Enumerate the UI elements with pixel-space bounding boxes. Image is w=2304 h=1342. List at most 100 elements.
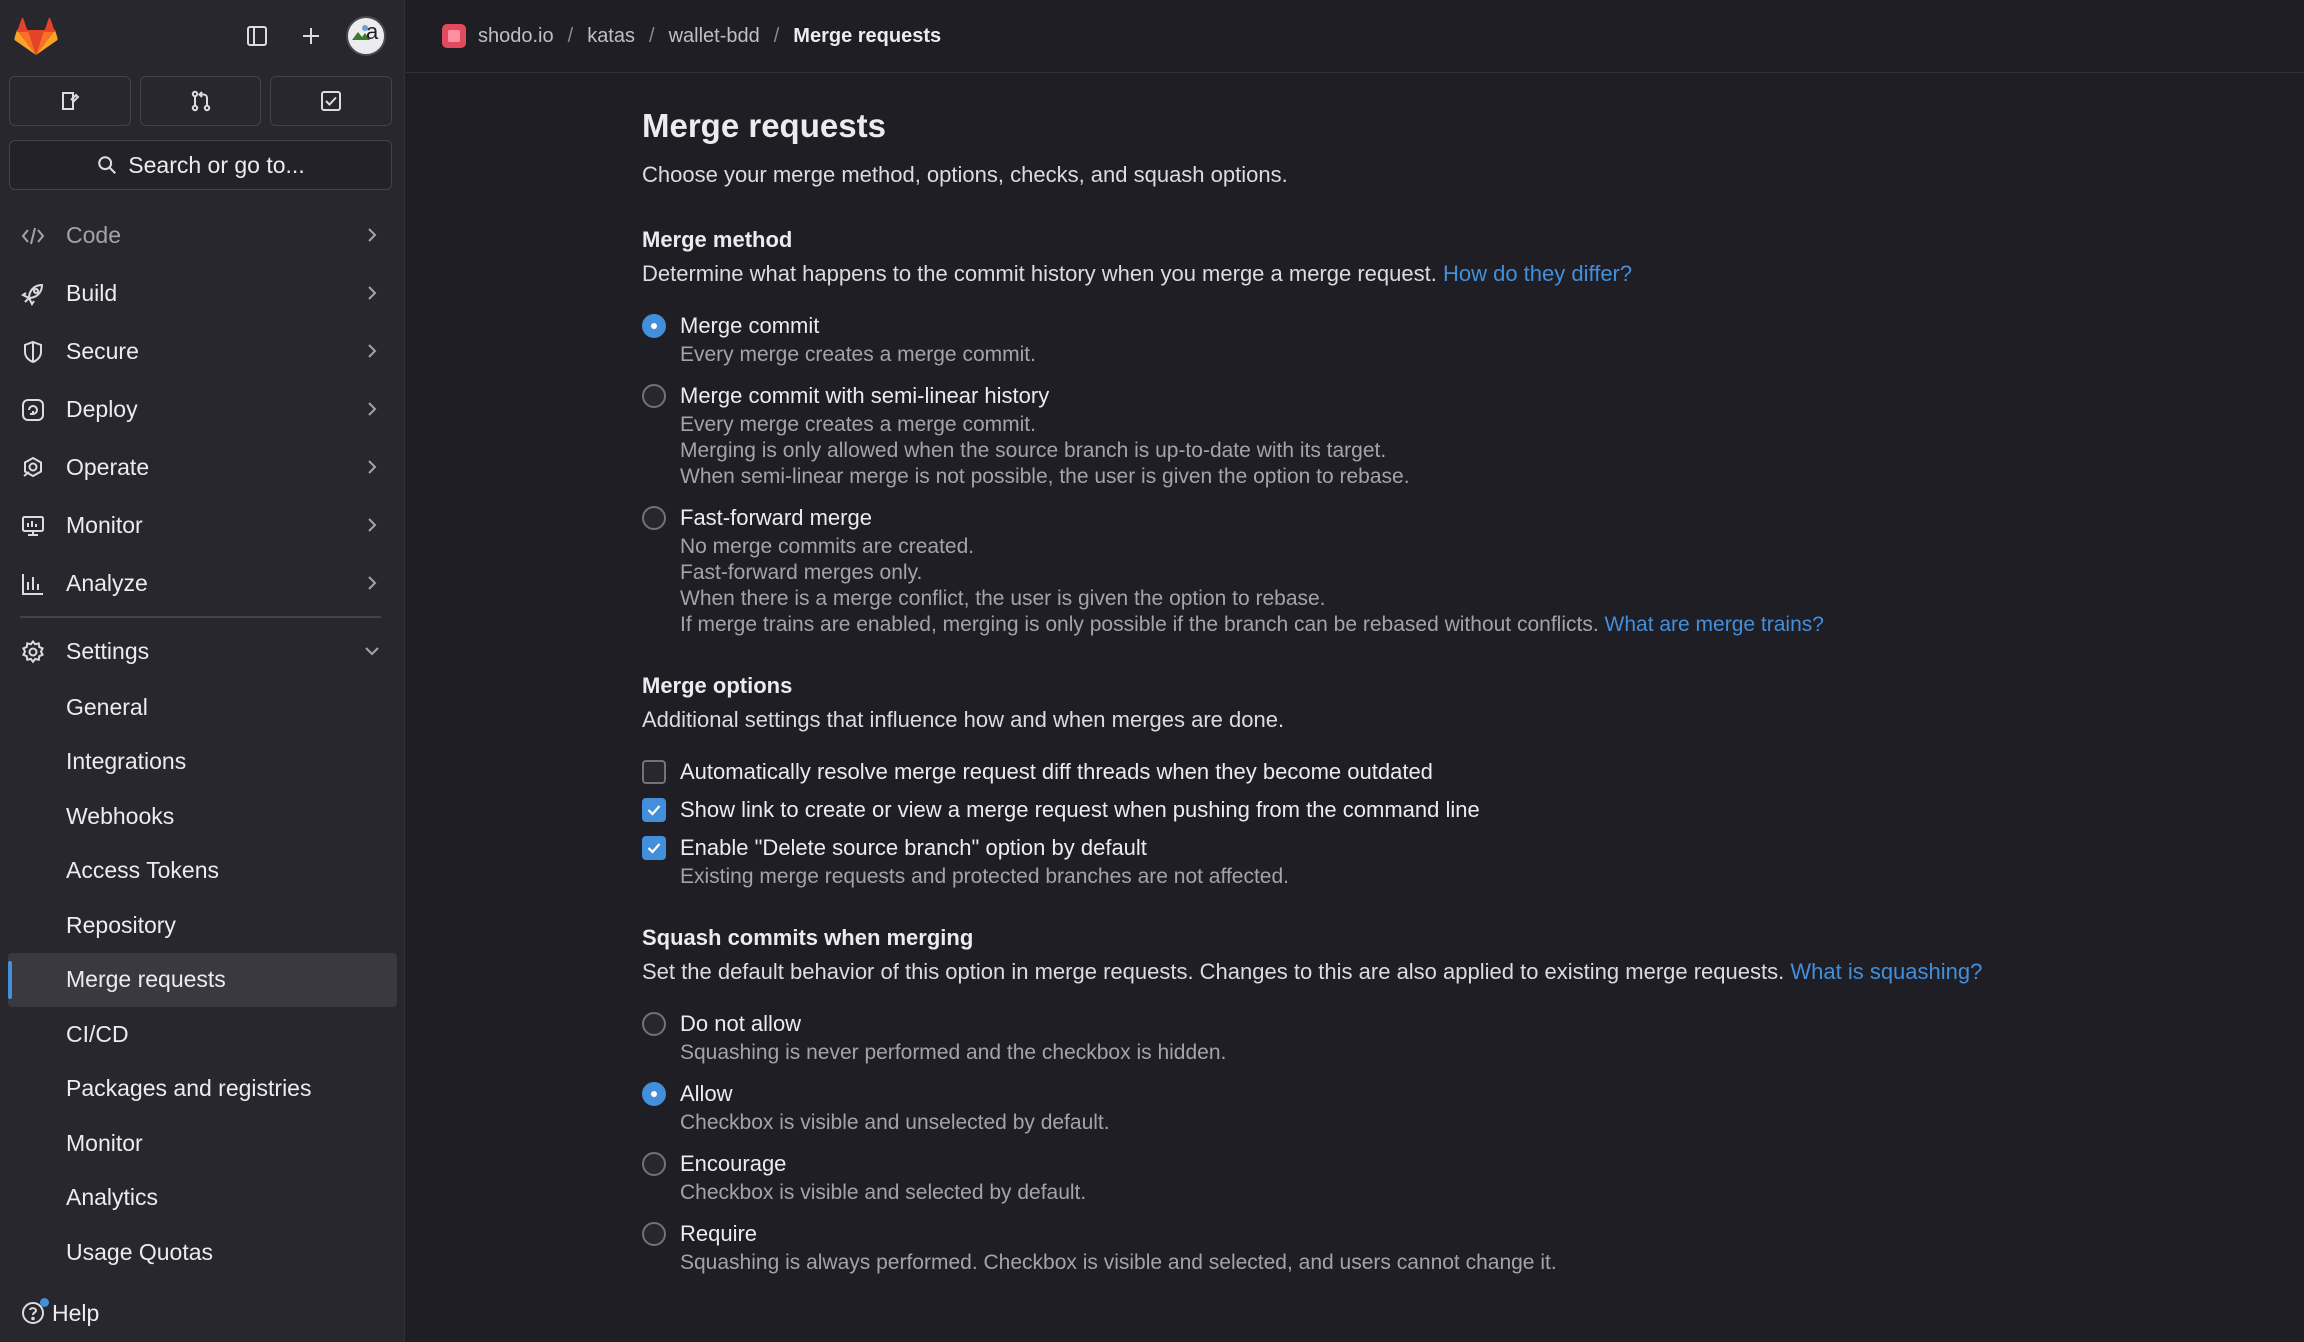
sidebar-item-webhooks[interactable]: Webhooks	[0, 789, 405, 844]
code-icon	[21, 227, 45, 245]
delete-source-branch-checkbox[interactable]	[642, 836, 666, 860]
page-description: Choose your merge method, options, check…	[642, 162, 1288, 187]
todos-button[interactable]	[270, 76, 393, 126]
option-label[interactable]: Automatically resolve merge request diff…	[680, 756, 2282, 788]
option-label[interactable]: Do not allow	[680, 1008, 2282, 1040]
option-help: Every merge creates a merge commit.	[680, 343, 1036, 366]
chevron-right-icon	[368, 228, 377, 242]
breadcrumb-current[interactable]: Merge requests	[793, 25, 941, 48]
section-description: Additional settings that influence how a…	[642, 707, 1285, 732]
nav-item-deploy[interactable]: Deploy	[0, 380, 405, 438]
nav-item-build[interactable]: Build	[0, 264, 405, 322]
section-title: Merge method	[642, 227, 793, 252]
squash-allow-option: Allow Checkbox is visible and unselected…	[642, 1078, 2282, 1136]
sidebar-item-ci-cd[interactable]: CI/CD	[0, 1007, 405, 1062]
create-new-button[interactable]	[293, 18, 329, 54]
chevron-down-icon	[365, 647, 379, 656]
sidebar-toggle-icon	[247, 26, 267, 46]
merge-method-section: Merge method Determine what happens to t…	[642, 226, 2282, 638]
toggle-sidebar-button[interactable]	[239, 18, 275, 54]
option-label[interactable]: Merge commit with semi-linear history	[680, 380, 2282, 412]
option-help: When semi-linear merge is not possible, …	[680, 465, 1410, 488]
rocket-icon	[21, 283, 44, 306]
deploy-icon	[22, 399, 44, 421]
option-label[interactable]: Fast-forward merge	[680, 502, 2282, 534]
avatar-alt-text: a	[366, 19, 379, 44]
sub-item-label: Usage Quotas	[66, 1238, 214, 1265]
option-label[interactable]: Require	[680, 1218, 2282, 1250]
allow-radio[interactable]	[642, 1082, 666, 1106]
nav-label: Monitor	[66, 511, 143, 538]
how-do-they-differ-link[interactable]: How do they differ?	[1443, 261, 1632, 286]
sidebar-item-repository[interactable]: Repository	[0, 898, 405, 953]
help-button[interactable]: Help	[20, 1296, 99, 1330]
nav-item-monitor[interactable]: Monitor	[0, 496, 405, 554]
show-link-option: Show link to create or view a merge requ…	[642, 794, 2282, 826]
breadcrumb: shodo.io / katas / wallet-bdd / Merge re…	[442, 24, 941, 48]
breadcrumb-group[interactable]: shodo.io	[478, 25, 554, 48]
breadcrumb-subgroup[interactable]: katas	[587, 25, 635, 48]
merge-options-section: Merge options Additional settings that i…	[642, 672, 2282, 890]
merge-trains-link[interactable]: What are merge trains?	[1605, 613, 1824, 636]
delete-source-branch-option: Enable "Delete source branch" option by …	[642, 832, 2282, 890]
breadcrumb-project[interactable]: wallet-bdd	[669, 25, 760, 48]
option-help: Every merge creates a merge commit.	[680, 413, 1036, 436]
sub-item-label: Analytics	[66, 1184, 159, 1211]
do-not-allow-radio[interactable]	[642, 1012, 666, 1036]
nav-label: Deploy	[66, 395, 138, 422]
search-button[interactable]: Search or go to...	[9, 140, 392, 190]
nav-item-settings[interactable]: Settings	[0, 622, 405, 680]
issues-button[interactable]	[9, 76, 131, 126]
sidebar-item-merge-requests[interactable]: Merge requests	[8, 952, 397, 1007]
sub-item-label: Packages and registries	[66, 1075, 312, 1102]
user-avatar[interactable]: a	[346, 16, 386, 56]
nav-item-operate[interactable]: Operate	[0, 438, 405, 496]
option-help: Squashing is always performed. Checkbox …	[680, 1251, 1557, 1274]
option-label[interactable]: Encourage	[680, 1148, 2282, 1180]
option-help: No merge commits are created.	[680, 535, 975, 558]
auto-resolve-checkbox[interactable]	[642, 760, 666, 784]
sub-item-label: Monitor	[66, 1129, 143, 1156]
help-label: Help	[52, 1299, 100, 1326]
option-label[interactable]: Show link to create or view a merge requ…	[680, 794, 2282, 826]
nav-label: Code	[66, 221, 121, 248]
what-is-squashing-link[interactable]: What is squashing?	[1790, 959, 1982, 984]
require-radio[interactable]	[642, 1222, 666, 1246]
fast-forward-option: Fast-forward merge No merge commits are …	[642, 502, 2282, 638]
sidebar-item-access-tokens[interactable]: Access Tokens	[0, 844, 405, 899]
operate-icon	[23, 456, 42, 478]
merge-commit-radio[interactable]	[642, 314, 666, 338]
gitlab-logo-icon[interactable]	[14, 17, 58, 57]
quick-actions	[9, 76, 393, 126]
merge-commit-option: Merge commit Every merge creates a merge…	[642, 310, 2282, 368]
encourage-radio[interactable]	[642, 1152, 666, 1176]
nav-item-secure[interactable]: Secure	[0, 322, 405, 380]
shield-icon	[24, 340, 42, 364]
chevron-right-icon	[368, 344, 377, 358]
sidebar-item-usage-quotas[interactable]: Usage Quotas	[0, 1225, 405, 1280]
option-label[interactable]: Allow	[680, 1078, 2282, 1110]
semi-linear-radio[interactable]	[642, 384, 666, 408]
search-label: Search or go to...	[128, 151, 305, 178]
nav-item-code[interactable]: Code	[0, 206, 405, 264]
option-label[interactable]: Enable "Delete source branch" option by …	[680, 832, 2282, 864]
option-help: Squashing is never performed and the che…	[680, 1041, 1227, 1064]
nav-label: Operate	[66, 453, 150, 480]
sidebar-item-packages-registries[interactable]: Packages and registries	[0, 1062, 405, 1117]
fast-forward-radio[interactable]	[642, 506, 666, 530]
squash-require-option: Require Squashing is always performed. C…	[642, 1218, 2282, 1276]
sub-item-label: Access Tokens	[66, 857, 219, 884]
nav-item-analyze[interactable]: Analyze	[0, 554, 405, 612]
checkmark-icon	[647, 805, 661, 816]
sidebar-item-integrations[interactable]: Integrations	[0, 735, 405, 790]
nav-label: Secure	[66, 337, 139, 364]
sub-item-label: Webhooks	[66, 802, 175, 829]
merge-requests-button[interactable]	[139, 76, 262, 126]
top-bar: shodo.io / katas / wallet-bdd / Merge re…	[406, 0, 2304, 73]
sidebar-item-monitor[interactable]: Monitor	[0, 1116, 405, 1171]
sidebar-item-analytics[interactable]: Analytics	[0, 1171, 405, 1226]
sidebar-item-general[interactable]: General	[0, 680, 405, 735]
option-label[interactable]: Merge commit	[680, 310, 2282, 342]
show-link-checkbox[interactable]	[642, 798, 666, 822]
nav-label: Build	[66, 279, 118, 306]
